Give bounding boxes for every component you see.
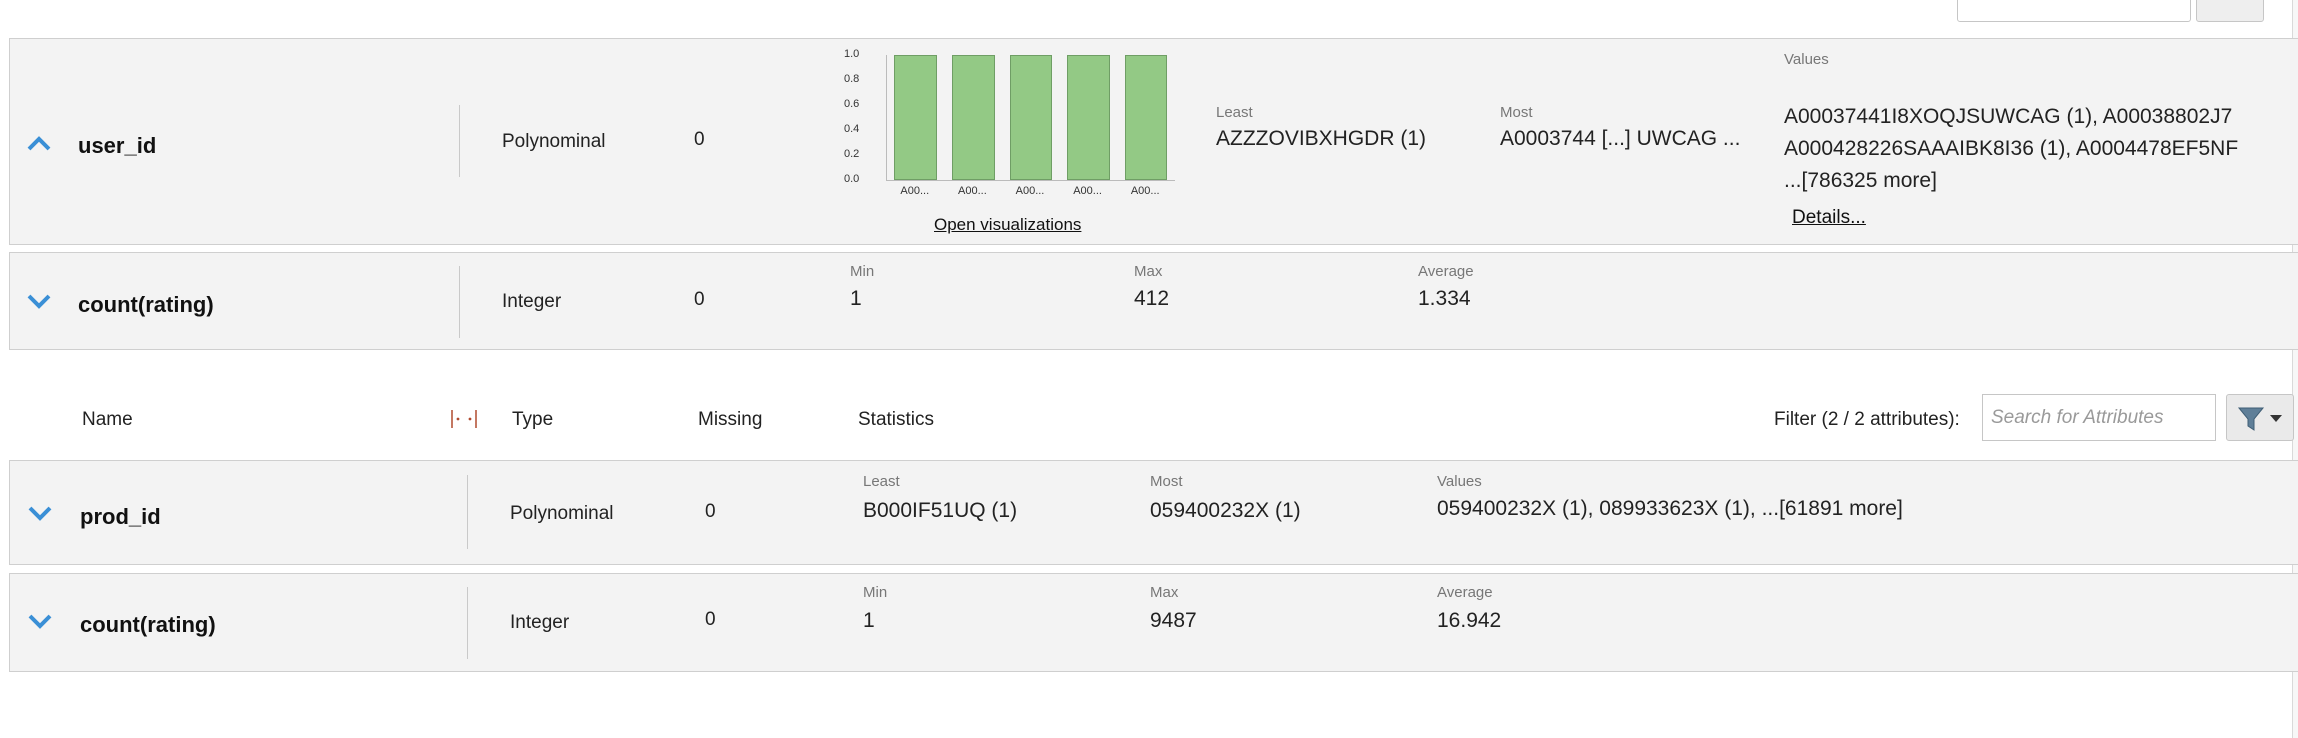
- average-label: Average: [1437, 584, 1493, 601]
- bar[interactable]: [894, 55, 938, 180]
- details-link[interactable]: Details...: [1792, 207, 1866, 229]
- most-label: Most: [1150, 473, 1183, 490]
- y-tick-label: 0.6: [844, 98, 860, 110]
- column-header-missing[interactable]: Missing: [698, 409, 762, 431]
- x-tick-label: A00...: [1130, 185, 1160, 197]
- attribute-type: Polynominal: [510, 503, 614, 524]
- attribute-type: Integer: [502, 291, 562, 312]
- min-value: 1: [850, 287, 862, 310]
- attribute-name: count(rating): [78, 292, 214, 317]
- bar[interactable]: [1124, 55, 1168, 180]
- attribute-missing: 0: [694, 129, 705, 150]
- average-label: Average: [1418, 263, 1474, 280]
- max-label: Max: [1134, 263, 1163, 280]
- max-value: 9487: [1150, 609, 1197, 632]
- bar[interactable]: [1067, 55, 1110, 180]
- chevron-down-icon[interactable]: [28, 614, 52, 629]
- attribute-row-prod-id[interactable]: prod_id Polynominal 0 Least B000IF51UQ (…: [9, 460, 2298, 565]
- least-label: Least: [863, 473, 900, 490]
- funnel-icon: [2237, 406, 2285, 437]
- attribute-row-user-id[interactable]: user_id Polynominal 0 1.0 0.8 0.6 0.4 0.2 0.0…: [9, 38, 2298, 245]
- max-label: Max: [1150, 584, 1179, 601]
- max-value: 412: [1134, 287, 1170, 310]
- values-line-1: A00037441I8XOQJSUWCAG (1), A00038802J7: [1784, 105, 2233, 128]
- divider: [467, 475, 468, 549]
- most-value: A0003744 [...] UWCAG ...: [1500, 127, 1741, 150]
- y-tick-label: 0.2: [844, 148, 860, 160]
- average-value: 1.334: [1418, 287, 1471, 310]
- top-search-box-partial[interactable]: [1957, 0, 2191, 22]
- chevron-down-icon[interactable]: [28, 506, 52, 521]
- attribute-missing: 0: [705, 501, 716, 522]
- filter-dropdown-button[interactable]: [2226, 394, 2294, 441]
- min-label: Min: [850, 263, 875, 280]
- attribute-missing: 0: [705, 609, 716, 630]
- attribute-missing: 0: [694, 289, 705, 310]
- y-tick-label: 0.0: [844, 173, 860, 185]
- attribute-name: prod_id: [80, 504, 161, 529]
- attribute-name: user_id: [78, 133, 157, 158]
- most-value: 059400232X (1): [1150, 499, 1301, 522]
- least-value: B000IF51UQ (1): [863, 499, 1018, 522]
- search-attributes-input[interactable]: [1982, 394, 2216, 441]
- bar[interactable]: [952, 55, 995, 180]
- values-value: 059400232X (1), 089933623X (1), ...[6189…: [1437, 497, 1903, 520]
- min-label: Min: [863, 584, 888, 601]
- divider: [459, 266, 460, 338]
- values-bar-chart[interactable]: 1.0 0.8 0.6 0.4 0.2 0.0 A00... A00... A00... A00.…: [840, 45, 1180, 197]
- x-tick-label: A00...: [900, 185, 930, 197]
- attribute-row-count-rating-2[interactable]: count(rating) Integer 0 Min 1 Max 9487 A…: [9, 573, 2298, 672]
- attribute-name: count(rating): [80, 612, 216, 637]
- chart-area: [886, 55, 1175, 181]
- attribute-row-count-rating[interactable]: count(rating) Integer 0 Min 1 Max 412 Av…: [9, 252, 2298, 350]
- x-tick-label: A00...: [1073, 185, 1102, 197]
- column-header-type[interactable]: Type: [512, 409, 553, 431]
- chevron-down-icon[interactable]: [27, 294, 51, 309]
- divider: [467, 587, 468, 659]
- values-label: Values: [1784, 51, 1829, 68]
- divider: [459, 105, 460, 177]
- top-filter-button-partial[interactable]: [2196, 0, 2264, 22]
- y-tick-label: 1.0: [844, 48, 860, 60]
- x-tick-label: A00...: [1015, 185, 1045, 197]
- filter-label: Filter (2 / 2 attributes):: [1774, 409, 1960, 430]
- average-value: 16.942: [1437, 609, 1502, 632]
- y-tick-label: 0.8: [844, 73, 860, 85]
- min-value: 1: [863, 609, 875, 632]
- values-line-2: A000428226SAAAIBK8I36 (1), A0004478EF5NF: [1784, 137, 2239, 160]
- bar[interactable]: [1009, 55, 1053, 180]
- chevron-up-icon[interactable]: [27, 135, 51, 151]
- column-header-name[interactable]: Name: [82, 409, 133, 431]
- open-visualizations-link[interactable]: Open visualizations: [934, 215, 1081, 235]
- x-tick-label: A00...: [958, 185, 987, 197]
- column-resize-handle-icon[interactable]: [450, 408, 478, 430]
- y-tick-label: 0.4: [844, 123, 860, 135]
- attribute-type: Integer: [510, 612, 570, 633]
- values-label: Values: [1437, 473, 1482, 490]
- least-value: AZZZOVIBXHGDR (1): [1216, 127, 1427, 150]
- most-label: Most: [1500, 104, 1533, 121]
- values-line-3: ...[786325 more]: [1784, 169, 1937, 192]
- column-header-statistics[interactable]: Statistics: [858, 409, 934, 431]
- least-label: Least: [1216, 104, 1253, 121]
- attribute-type: Polynominal: [502, 131, 606, 152]
